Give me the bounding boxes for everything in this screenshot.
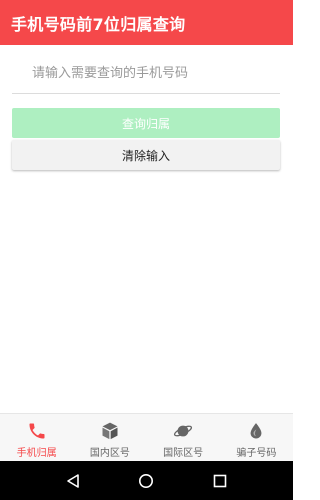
drop-icon — [250, 423, 262, 439]
phone-icon — [29, 423, 45, 439]
bottom-navigation: 手机归属 国内区号 国际区号 骗子号码 — [0, 413, 293, 461]
tab-domestic-area-code[interactable]: 国内区号 — [73, 414, 146, 461]
box-icon — [102, 422, 118, 440]
tab-international-area-code[interactable]: 国际区号 — [147, 414, 220, 461]
clear-input-button[interactable]: 清除输入 — [12, 140, 280, 170]
home-button[interactable] — [134, 469, 158, 493]
recents-icon — [213, 474, 227, 487]
tab-scam-numbers[interactable]: 骗子号码 — [220, 414, 293, 461]
home-icon — [139, 473, 154, 488]
recents-button[interactable] — [208, 469, 232, 493]
planet-icon — [174, 425, 193, 437]
tab-label: 骗子号码 — [236, 448, 277, 459]
tab-label: 国内区号 — [89, 448, 130, 459]
app-bar: 手机号码前7位归属查询 — [0, 0, 293, 45]
tab-label: 手机归属 — [16, 448, 57, 459]
page-title: 手机号码前7位归属查询 — [11, 14, 186, 34]
query-button[interactable]: 查询归属 — [12, 108, 280, 138]
system-navigation-bar — [0, 461, 293, 500]
tab-phone-location[interactable]: 手机归属 — [0, 414, 73, 461]
back-icon — [67, 473, 79, 488]
phone-number-input[interactable] — [12, 54, 280, 94]
tab-label: 国际区号 — [163, 448, 204, 459]
back-button[interactable] — [61, 469, 85, 493]
